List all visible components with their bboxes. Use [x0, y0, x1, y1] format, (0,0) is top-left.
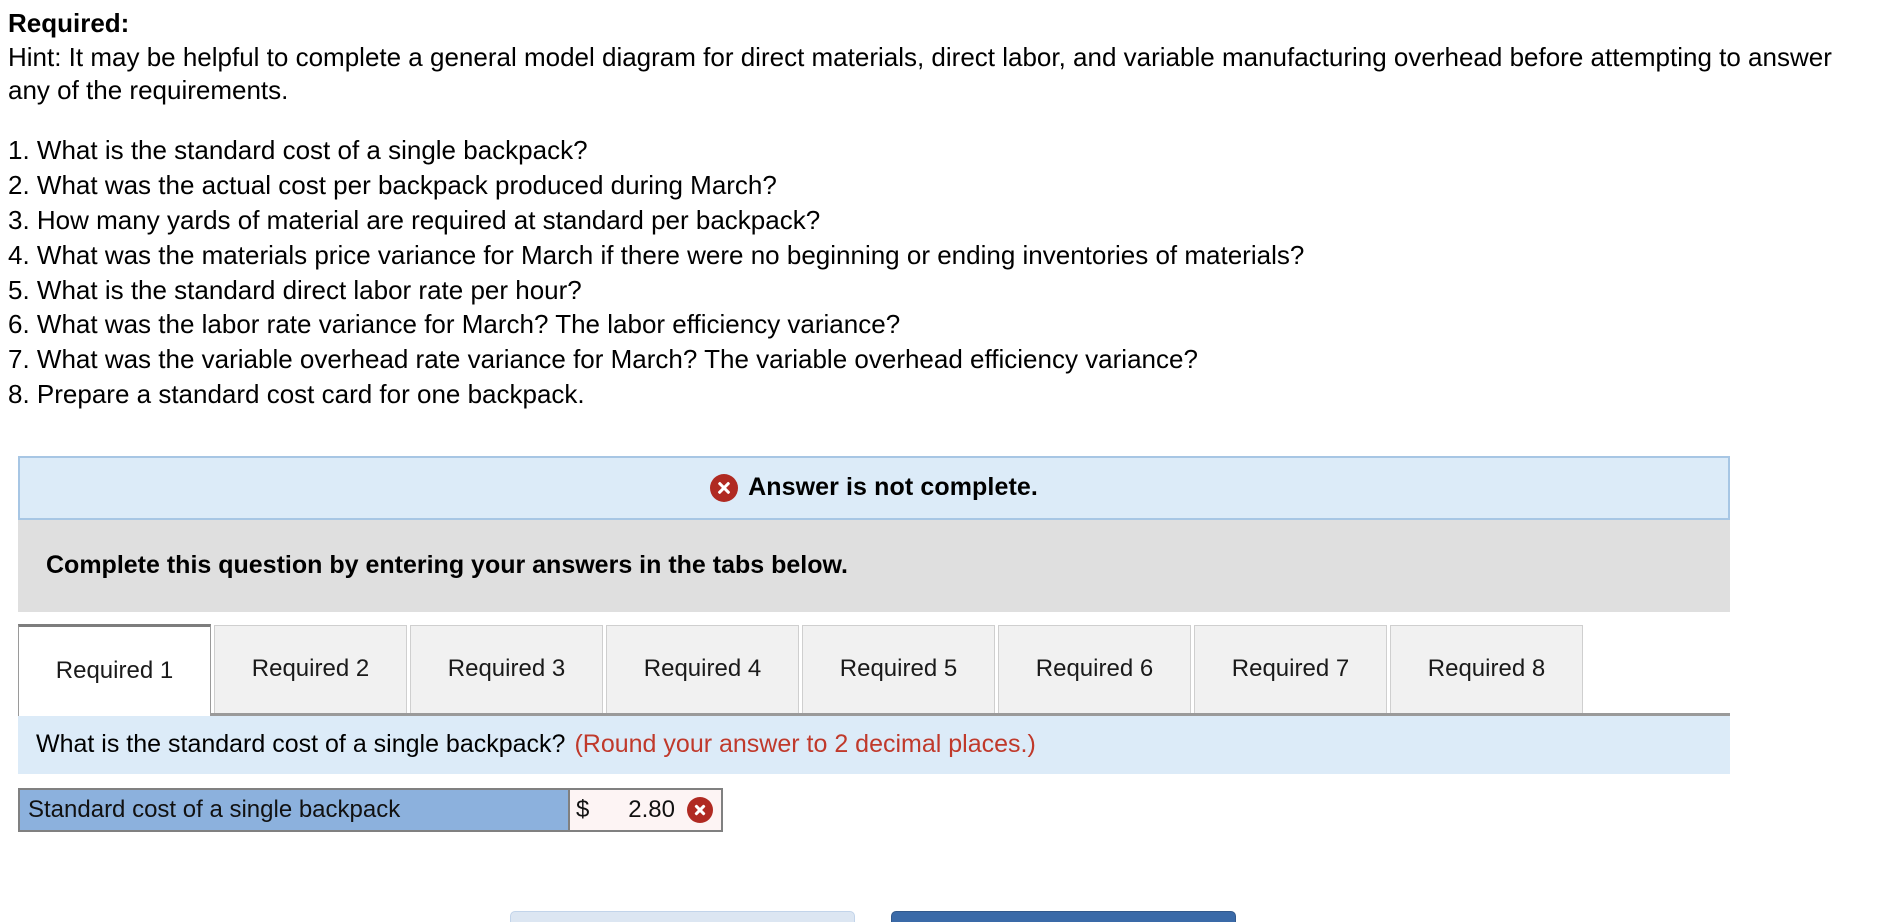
question-text: What is the standard cost of a single ba…: [36, 730, 566, 759]
tab-strip: Required 1 Required 2 Required 3 Require…: [18, 623, 1730, 716]
requirement-item: 6. What was the labor rate variance for …: [8, 309, 901, 340]
tab-label: Required 8: [1427, 655, 1546, 683]
page-title: Required:: [8, 8, 130, 38]
tab-required-6[interactable]: Required 6: [998, 624, 1191, 713]
tab-label: Required 6: [1035, 655, 1154, 683]
instruction-text: Complete this question by entering your …: [46, 551, 848, 580]
requirement-item: 3. How many yards of material are requir…: [8, 204, 821, 235]
tab-label: Required 7: [1231, 655, 1350, 683]
error-x-circle-icon: [710, 473, 739, 502]
footer-button-bar: [510, 911, 1236, 922]
tab-label: Required 2: [251, 655, 370, 683]
tab-label: Required 1: [55, 657, 174, 685]
prompt-block: Required: Hint: It may be helpful to com…: [0, 0, 1892, 412]
tab-required-7[interactable]: Required 7: [1194, 624, 1387, 713]
tab-required-5[interactable]: Required 5: [802, 624, 995, 713]
requirement-item: 1. What is the standard cost of a single…: [8, 135, 588, 166]
question-rounding-note: (Round your answer to 2 decimal places.): [574, 730, 1036, 759]
answer-value: 2.80: [628, 795, 675, 823]
tab-label: Required 3: [447, 655, 566, 683]
answer-row-label: Standard cost of a single backpack: [20, 789, 570, 830]
requirement-item: 7. What was the variable overhead rate v…: [8, 344, 1198, 375]
error-x-circle-icon: [687, 796, 713, 823]
tab-required-1[interactable]: Required 1: [18, 623, 211, 716]
tab-label: Required 4: [643, 655, 762, 683]
status-badge: Answer is not complete.: [748, 473, 1038, 502]
requirement-item: 5. What is the standard direct labor rat…: [8, 274, 582, 305]
instruction-bar: Complete this question by entering your …: [18, 519, 1730, 612]
tab-required-2[interactable]: Required 2: [214, 624, 407, 713]
status-banner-inner: Answer is not complete.: [710, 473, 1038, 502]
requirement-item: 2. What was the actual cost per backpack…: [8, 170, 777, 201]
answer-table: Standard cost of a single backpack $ 2.8…: [18, 787, 723, 832]
tab-list: Required 1 Required 2 Required 3 Require…: [18, 623, 1730, 716]
tab-label: Required 5: [839, 655, 958, 683]
tab-required-8[interactable]: Required 8: [1390, 624, 1583, 713]
previous-button[interactable]: [510, 911, 855, 922]
tab-required-4[interactable]: Required 4: [606, 624, 799, 713]
requirement-item: 4. What was the materials price variance…: [8, 239, 1305, 270]
question-page: Required: Hint: It may be helpful to com…: [0, 0, 1892, 922]
requirements-list: 1. What is the standard cost of a single…: [8, 133, 1892, 412]
prompt-hint: Hint: It may be helpful to complete a ge…: [8, 41, 1832, 105]
currency-symbol: $: [576, 795, 590, 823]
next-button[interactable]: [891, 911, 1236, 922]
status-banner: Answer is not complete.: [18, 455, 1730, 520]
tab-required-3[interactable]: Required 3: [410, 624, 603, 713]
standard-cost-input[interactable]: $ 2.80: [570, 789, 721, 830]
requirement-item: 8. Prepare a standard cost card for one …: [8, 379, 585, 410]
question-row: What is the standard cost of a single ba…: [18, 715, 1730, 774]
answer-panel: Answer is not complete. Complete this qu…: [18, 455, 1730, 832]
